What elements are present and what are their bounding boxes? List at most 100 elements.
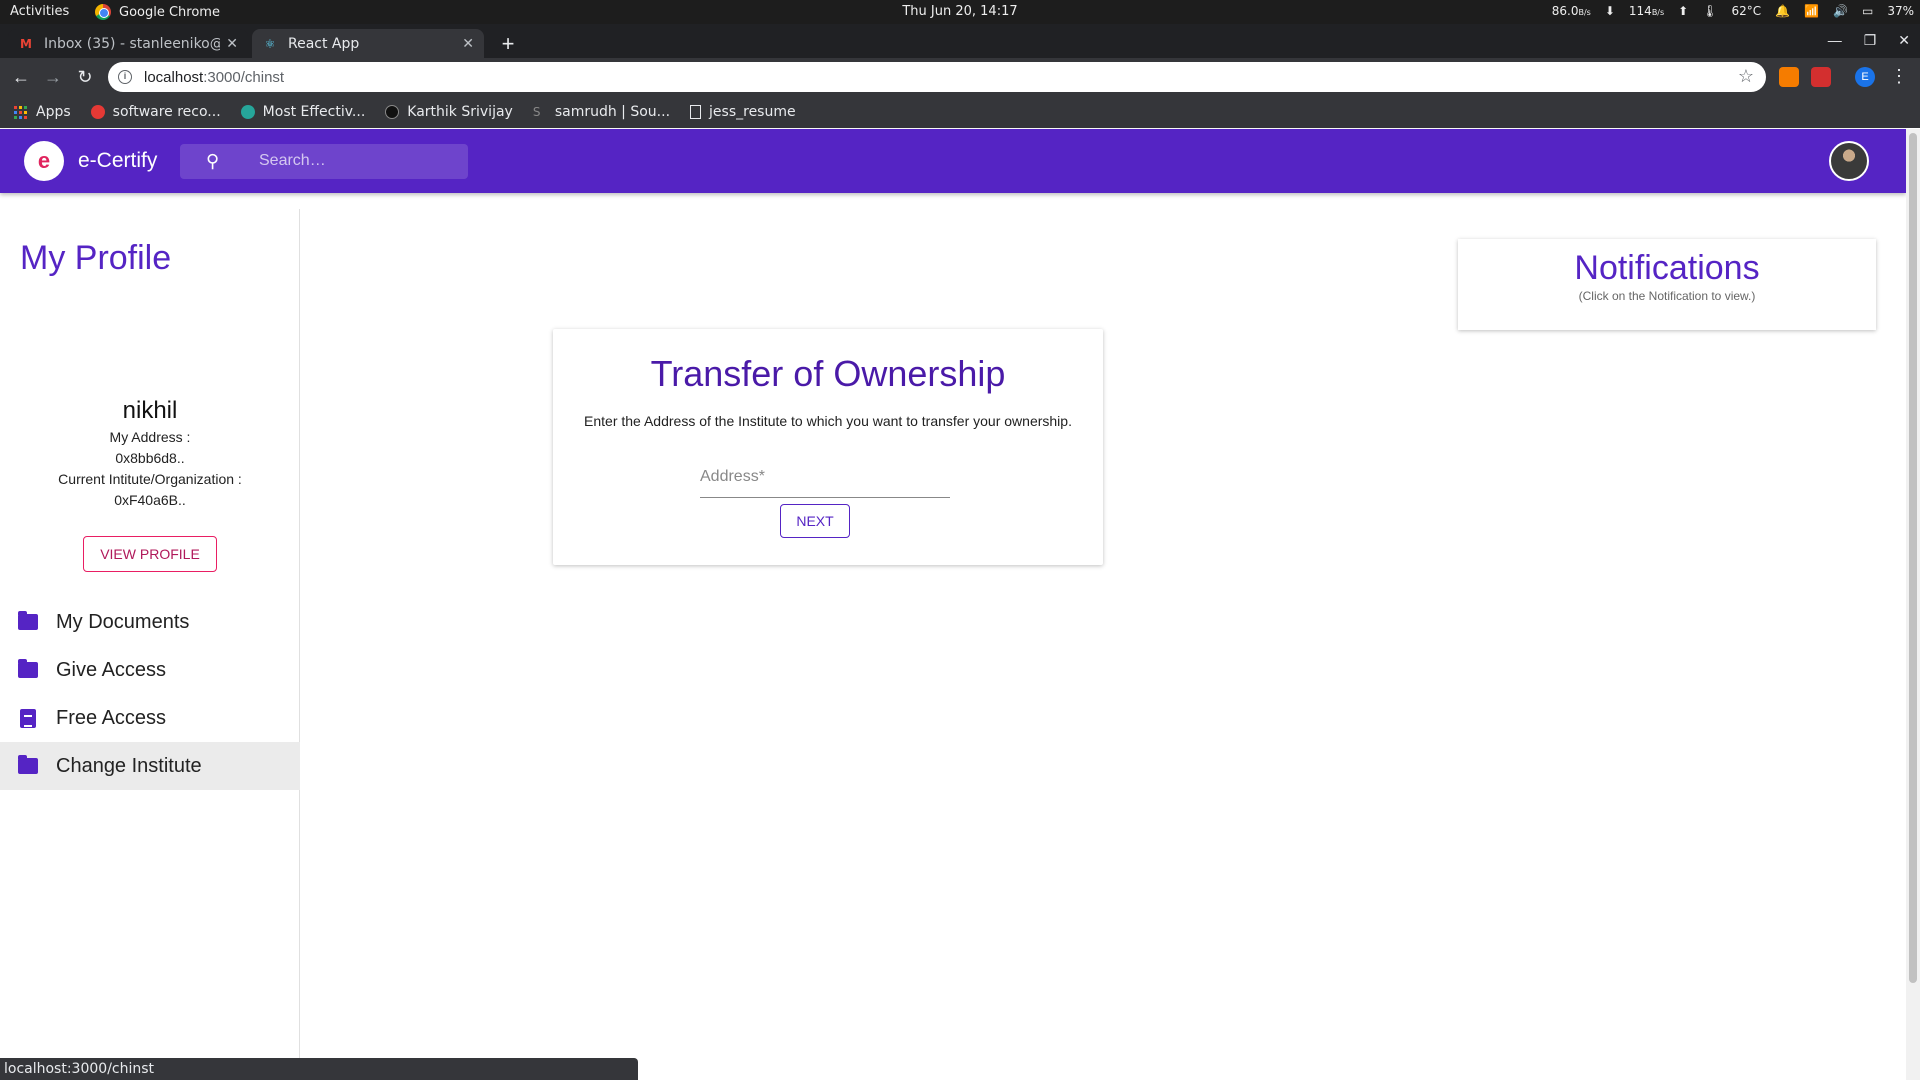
- address-bar[interactable]: i localhost:3000/chinst ☆: [108, 62, 1766, 92]
- system-tray[interactable]: 86.0B/s ⬇ 114B/s ⬆ 🌡 62°C 🔔 📶 🔊 ▭ 37%: [1552, 4, 1914, 18]
- tab-gmail[interactable]: M Inbox (35) - stanleeniko@ ✕: [8, 29, 248, 58]
- folder-icon: [18, 659, 38, 678]
- upload-arrow-icon: ⬆: [1678, 4, 1689, 18]
- sidebar-item-label: Give Access: [56, 658, 167, 681]
- os-top-bar: Activities Google Chrome Thu Jun 20, 14:…: [0, 0, 1920, 24]
- download-arrow-icon: ⬇: [1604, 4, 1615, 18]
- transfer-description: Enter the Address of the Institute to wh…: [584, 413, 1072, 429]
- profile-avatar-icon[interactable]: E: [1855, 67, 1875, 87]
- bookmark-label: Karthik Srivijay: [407, 104, 513, 120]
- extension-red-icon[interactable]: [1811, 67, 1831, 87]
- github-icon: [385, 105, 400, 119]
- bookmark-apps[interactable]: Apps: [14, 104, 71, 120]
- reload-icon[interactable]: ↻: [72, 64, 98, 90]
- transfer-ownership-card: Transfer of Ownership Enter the Address …: [553, 329, 1103, 565]
- tab-react-app[interactable]: ⚛ React App ✕: [252, 29, 484, 58]
- notifications-subtitle: (Click on the Notification to view.): [1578, 289, 1756, 303]
- tab-title: Inbox (35) - stanleeniko@: [44, 35, 221, 52]
- document-icon: [690, 105, 702, 119]
- sidebar-item-label: Free Access: [56, 706, 167, 729]
- bookmark-star-icon[interactable]: ☆: [1738, 66, 1754, 87]
- app-menu[interactable]: Google Chrome: [95, 4, 220, 20]
- app-title[interactable]: e-Certify: [78, 149, 157, 173]
- close-window-icon[interactable]: ✕: [1898, 32, 1910, 49]
- bookmark-label: samrudh | Sou...: [554, 104, 671, 120]
- username: nikhil: [122, 397, 178, 424]
- ecertify-logo-icon[interactable]: e: [24, 141, 64, 181]
- address-value: 0x8bb6d8..: [115, 450, 185, 466]
- bookmark-samrudh[interactable]: S samrudh | Sou...: [533, 104, 670, 120]
- ask-icon: [90, 105, 105, 119]
- bookmark-label: software reco...: [112, 104, 221, 120]
- battery-icon: ▭: [1861, 4, 1874, 18]
- chrome-menu-icon[interactable]: ⋮: [1890, 66, 1908, 87]
- folder-icon: [18, 755, 38, 774]
- chrome-icon: [95, 4, 111, 20]
- back-icon[interactable]: ←: [8, 64, 34, 90]
- restore-icon[interactable]: ❐: [1864, 32, 1877, 49]
- window-controls: — ❐ ✕: [1828, 32, 1910, 49]
- bookmark-jess-resume[interactable]: jess_resume: [690, 104, 796, 120]
- bookmark-karthik[interactable]: Karthik Srivijay: [385, 104, 513, 120]
- user-avatar[interactable]: [1829, 141, 1869, 181]
- close-tab-icon[interactable]: ✕: [462, 36, 474, 52]
- search-icon: ⚲: [206, 151, 220, 171]
- react-icon: ⚛: [264, 36, 276, 51]
- url-path: :3000/chinst: [203, 68, 285, 86]
- next-button[interactable]: NEXT: [780, 504, 850, 538]
- tab-strip: M Inbox (35) - stanleeniko@ ✕ ⚛ React Ap…: [0, 24, 1920, 58]
- thermometer-icon: 🌡: [1702, 4, 1718, 18]
- sidebar-item-give-access[interactable]: Give Access: [0, 646, 300, 694]
- sidebar-title: My Profile: [20, 239, 172, 277]
- bookmark-label: jess_resume: [709, 104, 796, 120]
- battery-value: 37%: [1887, 4, 1914, 18]
- sidebar-item-label: My Documents: [56, 610, 190, 633]
- address-input[interactable]: [700, 462, 950, 492]
- app-header: e e-Certify ⚲: [0, 129, 1906, 193]
- notifications-panel: Notifications (Click on the Notification…: [1458, 239, 1876, 330]
- temperature-value: 62°C: [1731, 4, 1762, 18]
- sidebar-item-my-documents[interactable]: My Documents: [0, 598, 300, 646]
- view-profile-button[interactable]: VIEW PROFILE: [83, 536, 217, 572]
- soundcloud-icon: S: [532, 105, 541, 119]
- net-down-value: 86.0B/s: [1551, 4, 1591, 18]
- activities-button[interactable]: Activities: [10, 4, 69, 19]
- notification-bell-icon: 🔔: [1775, 4, 1791, 18]
- folder-icon: [18, 611, 38, 630]
- search-input[interactable]: [259, 152, 459, 170]
- bookmark-label: Apps: [36, 104, 71, 120]
- close-tab-icon[interactable]: ✕: [226, 36, 238, 52]
- new-tab-button[interactable]: +: [494, 31, 522, 59]
- wifi-icon: 📶: [1804, 4, 1820, 18]
- institute-label: Current Intitute/Organization :: [58, 471, 242, 487]
- tab-title: React App: [288, 35, 360, 52]
- extension-fox-icon[interactable]: [1779, 67, 1799, 87]
- sidebar-item-free-access[interactable]: Free Access: [0, 694, 300, 742]
- institute-value: 0xF40a6B..: [114, 492, 186, 508]
- gmail-icon: M: [20, 36, 32, 51]
- sidebar-item-change-institute[interactable]: Change Institute: [0, 742, 300, 790]
- scrollbar-thumb[interactable]: [1909, 133, 1917, 983]
- transfer-title: Transfer of Ownership: [650, 353, 1006, 394]
- browser-toolbar: ← → ↻ i localhost:3000/chinst ☆ E ⋮: [0, 58, 1920, 96]
- minimize-icon[interactable]: —: [1828, 32, 1842, 49]
- bookmark-software-reco[interactable]: software reco...: [90, 104, 221, 120]
- search-box: ⚲: [180, 144, 468, 179]
- app-menu-label: Google Chrome: [119, 4, 220, 20]
- profile-sidebar: My Profile nikhil My Address : 0x8bb6d8.…: [0, 209, 300, 1080]
- address-label: My Address :: [109, 429, 191, 445]
- link-status-bubble: localhost:3000/chinst: [0, 1058, 638, 1080]
- sidebar-item-label: Change Institute: [56, 754, 202, 777]
- notifications-title: Notifications: [1574, 249, 1760, 287]
- bookmark-most-effective[interactable]: Most Effectiv...: [240, 104, 366, 120]
- clipboard-icon: [20, 708, 36, 728]
- bookmark-label: Most Effectiv...: [262, 104, 366, 120]
- site-info-icon[interactable]: i: [118, 70, 132, 84]
- net-up-value: 114B/s: [1628, 4, 1665, 18]
- forward-icon[interactable]: →: [40, 64, 66, 90]
- volume-icon: 🔊: [1833, 4, 1848, 18]
- apps-grid-icon: [14, 105, 28, 119]
- url-host: localhost: [144, 68, 204, 86]
- page-scrollbar[interactable]: [1906, 129, 1920, 1080]
- globe-icon: [240, 105, 255, 119]
